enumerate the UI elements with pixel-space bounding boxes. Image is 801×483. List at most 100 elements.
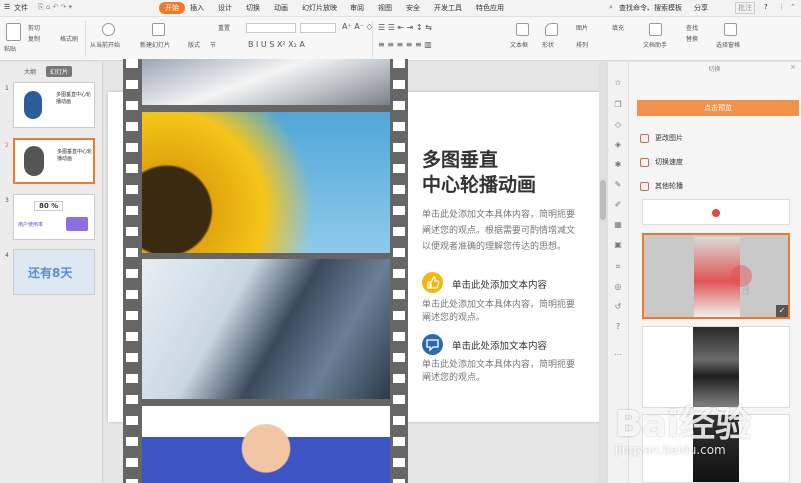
- building-photo[interactable]: [142, 259, 390, 399]
- tab-review[interactable]: 审阅: [350, 3, 364, 13]
- tab-design[interactable]: 设计: [218, 3, 232, 13]
- layers-icon[interactable]: ❐: [613, 100, 623, 110]
- shape-icon[interactable]: [545, 23, 558, 36]
- align-icons[interactable]: ≡ ≡ ≡ ≡ ≡ ▥: [378, 40, 432, 49]
- reset-button[interactable]: 重置: [218, 23, 230, 32]
- sunflower-photo[interactable]: [142, 112, 390, 253]
- tab-special[interactable]: 特色应用: [476, 3, 504, 13]
- slide-title[interactable]: 多图垂直 中心轮播动画: [422, 148, 536, 198]
- select-pane-icon[interactable]: [724, 23, 737, 36]
- play-icon[interactable]: [102, 23, 115, 36]
- tab-animation[interactable]: 动画: [274, 3, 288, 13]
- tab-view[interactable]: 视图: [378, 3, 392, 13]
- shape-icon[interactable]: ◇: [613, 120, 623, 130]
- bullet-text[interactable]: 阐述您的观点。: [422, 371, 485, 386]
- paste-icon[interactable]: [6, 23, 21, 41]
- star-icon[interactable]: ☆: [613, 78, 623, 88]
- command-search[interactable]: 查找命令、搜索模板: [619, 3, 682, 13]
- tab-developer[interactable]: 开发工具: [434, 3, 462, 13]
- carousel-style-card[interactable]: [642, 199, 790, 225]
- tab-insert[interactable]: 插入: [190, 3, 204, 13]
- bullet-text[interactable]: 阐述您的观点。: [422, 311, 485, 326]
- tab-outline[interactable]: 大纲: [20, 66, 40, 77]
- bullet-heading[interactable]: 单击此处添加文本内容: [452, 338, 547, 352]
- quick-access-icons[interactable]: ⎘ ⌂ ↶ ↷ ▾: [38, 3, 72, 12]
- help-icon[interactable]: ?: [613, 322, 623, 332]
- edit-icon[interactable]: ✐: [613, 200, 623, 210]
- animation-icon[interactable]: ✱: [613, 160, 623, 170]
- body-text[interactable]: 阐述您的观点。根据需要可酌情增减文: [422, 224, 575, 239]
- body-text[interactable]: 单击此处添加文本具体内容，简明扼要: [422, 208, 575, 223]
- text-tools-button[interactable]: 文档助手: [643, 40, 667, 49]
- location-icon[interactable]: ◎: [613, 282, 623, 292]
- thumb-image: [24, 91, 42, 119]
- tab-home[interactable]: 开始: [159, 2, 185, 14]
- other-carousel-option[interactable]: 其他轮播: [640, 181, 683, 191]
- textbox-button[interactable]: 文本框: [510, 40, 528, 49]
- bullet-heading[interactable]: 单击此处添加文本内容: [452, 277, 547, 291]
- slide-thumb-2[interactable]: 多图垂直中心轮播动画: [13, 138, 95, 184]
- comment-button[interactable]: 批注: [735, 2, 755, 14]
- from-start-button[interactable]: 从当前开始: [90, 40, 120, 49]
- illustration-photo[interactable]: [142, 406, 390, 483]
- history-icon[interactable]: ↺: [613, 302, 623, 312]
- tab-security[interactable]: 安全: [406, 3, 420, 13]
- table-icon[interactable]: ▦: [613, 220, 623, 230]
- slide-thumb-1[interactable]: 多图垂直中心轮播动画: [13, 82, 95, 128]
- arrange-button[interactable]: 排列: [576, 40, 588, 49]
- font-size-combo[interactable]: [300, 23, 336, 33]
- carousel-style-card-selected[interactable]: ☝ ✓: [642, 233, 790, 319]
- fill-icon[interactable]: ◈: [613, 140, 623, 150]
- ribbon-divider: [372, 21, 373, 57]
- mountain-photo[interactable]: [142, 59, 390, 105]
- more-icon[interactable]: ⋮: [778, 3, 785, 11]
- text-tools-icon[interactable]: [649, 23, 662, 36]
- fill-button[interactable]: 填充: [612, 23, 624, 32]
- help-button[interactable]: ?: [764, 3, 768, 11]
- hand-cursor-icon: ☝: [742, 283, 750, 297]
- film-strip[interactable]: [123, 59, 408, 483]
- slide-thumb-4[interactable]: 还有8天: [13, 249, 95, 295]
- check-icon: ✓: [776, 305, 788, 317]
- scrollbar-thumb[interactable]: [600, 180, 606, 220]
- replace-button[interactable]: 替换: [686, 34, 698, 43]
- section-button[interactable]: 节: [210, 40, 216, 49]
- menu-bar: ☰ 文件 ⎘ ⌂ ↶ ↷ ▾ 开始 插入 设计 切换 动画 幻灯片放映 审阅 视…: [0, 0, 801, 17]
- more-icon[interactable]: ⋯: [613, 350, 623, 360]
- collapse-icon[interactable]: ⌃: [790, 3, 796, 11]
- tab-slideshow[interactable]: 幻灯片放映: [302, 3, 337, 13]
- body-text[interactable]: 以便观者准确的理解您传达的思想。: [422, 240, 566, 255]
- crop-icon[interactable]: ⌗: [613, 262, 623, 272]
- new-slide-button[interactable]: 新建幻灯片: [140, 40, 170, 49]
- share-button[interactable]: 分享: [694, 3, 708, 13]
- image-icon[interactable]: ▣: [613, 240, 623, 250]
- hamburger-icon[interactable]: ☰: [4, 3, 10, 11]
- select-pane-button[interactable]: 选择窗格: [716, 40, 740, 49]
- menu-file[interactable]: 文件: [14, 3, 28, 13]
- paste-button[interactable]: 粘贴: [4, 44, 16, 53]
- layout-button[interactable]: 版式: [188, 40, 200, 49]
- find-button[interactable]: 查找: [686, 23, 698, 32]
- copy-button[interactable]: 复制: [28, 34, 40, 43]
- font-grow-icon[interactable]: A⁺ A⁻ ◇: [342, 22, 373, 31]
- font-style-buttons[interactable]: B I U S X² X₂ A: [248, 40, 305, 49]
- shape-button[interactable]: 形状: [542, 40, 554, 49]
- picture-button[interactable]: 图片: [576, 23, 588, 32]
- switch-speed-option[interactable]: 切换速度: [640, 157, 683, 167]
- close-icon[interactable]: ×: [790, 63, 796, 71]
- change-picture-option[interactable]: 更改图片: [640, 133, 683, 143]
- new-slide-icon[interactable]: [152, 23, 165, 36]
- slide-thumb-3[interactable]: 80 % 用户使用率: [13, 194, 95, 240]
- vertical-scrollbar[interactable]: [599, 62, 607, 483]
- font-name-combo[interactable]: [246, 23, 296, 33]
- cut-button[interactable]: 剪切: [28, 23, 40, 32]
- brush-icon[interactable]: ✎: [613, 180, 623, 190]
- tab-transitions[interactable]: 切换: [246, 3, 260, 13]
- preview-button[interactable]: 点击预览: [637, 100, 799, 116]
- format-painter-button[interactable]: 格式刷: [60, 34, 78, 43]
- tab-slides[interactable]: 幻灯片: [46, 66, 73, 77]
- search-icon[interactable]: ⌕: [609, 3, 613, 12]
- textbox-icon[interactable]: [516, 23, 529, 36]
- paragraph-icons[interactable]: ☰ ☰ ⇤ ⇥ ↕ ⇆: [378, 23, 432, 32]
- option-label: 更改图片: [655, 134, 683, 142]
